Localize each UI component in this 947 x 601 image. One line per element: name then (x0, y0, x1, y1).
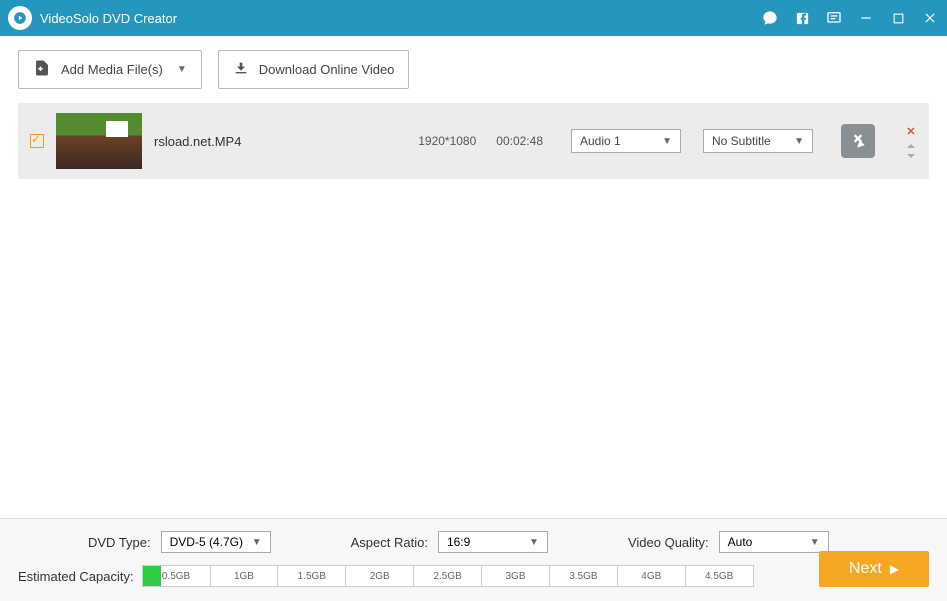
file-name: rsload.net.MP4 (154, 134, 406, 149)
dvd-type-select[interactable]: DVD-5 (4.7G) ▼ (161, 531, 271, 553)
facebook-icon[interactable] (793, 9, 811, 27)
audio-select[interactable]: Audio 1 ▼ (571, 129, 681, 153)
edit-button[interactable] (841, 124, 875, 158)
tick: 2.5GB (414, 566, 482, 586)
resolution-label: 1920*1080 (418, 134, 476, 148)
chevron-down-icon: ▼ (529, 537, 539, 548)
add-file-icon (33, 59, 51, 80)
remove-icon[interactable]: ✕ (906, 125, 915, 138)
media-row: rsload.net.MP4 1920*1080 00:02:48 Audio … (18, 103, 929, 179)
download-video-label: Download Online Video (259, 62, 395, 77)
tick: 1GB (211, 566, 279, 586)
aspect-ratio-select[interactable]: 16:9 ▼ (438, 531, 548, 553)
capacity-label: Estimated Capacity: (18, 569, 134, 584)
app-logo (8, 6, 32, 30)
next-label: Next (849, 560, 882, 578)
title-bar: VideoSolo DVD Creator (0, 0, 947, 36)
subtitle-select[interactable]: No Subtitle ▼ (703, 129, 813, 153)
tick: 3.5GB (550, 566, 618, 586)
sort-arrows-icon[interactable] (905, 144, 917, 158)
capacity-row: Estimated Capacity: 0.5GB 1GB 1.5GB 2GB … (18, 565, 929, 587)
aspect-ratio-label: Aspect Ratio: (351, 535, 428, 550)
chevron-down-icon: ▼ (794, 136, 804, 147)
tick: 2GB (346, 566, 414, 586)
toolbar: Add Media File(s) ▼ Download Online Vide… (0, 36, 947, 99)
maximize-icon[interactable] (889, 9, 907, 27)
capacity-bar: 0.5GB 1GB 1.5GB 2GB 2.5GB 3GB 3.5GB 4GB … (142, 565, 754, 587)
media-list: rsload.net.MP4 1920*1080 00:02:48 Audio … (0, 99, 947, 518)
audio-value: Audio 1 (580, 134, 621, 148)
video-quality-label: Video Quality: (628, 535, 709, 550)
chevron-down-icon: ▼ (252, 537, 262, 548)
chat-icon[interactable] (761, 9, 779, 27)
download-video-button[interactable]: Download Online Video (218, 50, 410, 89)
arrow-right-icon: ▶ (890, 562, 899, 576)
tick: 1.5GB (278, 566, 346, 586)
feedback-icon[interactable] (825, 9, 843, 27)
aspect-ratio-value: 16:9 (447, 535, 470, 549)
tick: 4.5GB (686, 566, 753, 586)
close-icon[interactable] (921, 9, 939, 27)
settings-row: DVD Type: DVD-5 (4.7G) ▼ Aspect Ratio: 1… (18, 531, 929, 553)
row-checkbox[interactable] (30, 134, 44, 148)
subtitle-value: No Subtitle (712, 134, 771, 148)
tick: 0.5GB (143, 566, 211, 586)
dvd-type-value: DVD-5 (4.7G) (170, 535, 243, 549)
chevron-down-icon: ▼ (810, 537, 820, 548)
next-button[interactable]: Next ▶ (819, 551, 929, 587)
tick: 4GB (618, 566, 686, 586)
add-media-label: Add Media File(s) (61, 62, 163, 77)
video-thumbnail[interactable] (56, 113, 142, 169)
video-quality-select[interactable]: Auto ▼ (719, 531, 829, 553)
video-quality-value: Auto (728, 535, 753, 549)
tick: 3GB (482, 566, 550, 586)
chevron-down-icon: ▼ (177, 64, 187, 75)
dvd-type-label: DVD Type: (88, 535, 151, 550)
add-media-button[interactable]: Add Media File(s) ▼ (18, 50, 202, 89)
bottom-panel: DVD Type: DVD-5 (4.7G) ▼ Aspect Ratio: 1… (0, 518, 947, 601)
duration-label: 00:02:48 (496, 134, 543, 148)
capacity-ticks: 0.5GB 1GB 1.5GB 2GB 2.5GB 3GB 3.5GB 4GB … (143, 566, 753, 586)
minimize-icon[interactable] (857, 9, 875, 27)
row-controls: ✕ (905, 125, 917, 158)
download-icon (233, 60, 249, 79)
chevron-down-icon: ▼ (662, 136, 672, 147)
app-title: VideoSolo DVD Creator (40, 11, 761, 26)
